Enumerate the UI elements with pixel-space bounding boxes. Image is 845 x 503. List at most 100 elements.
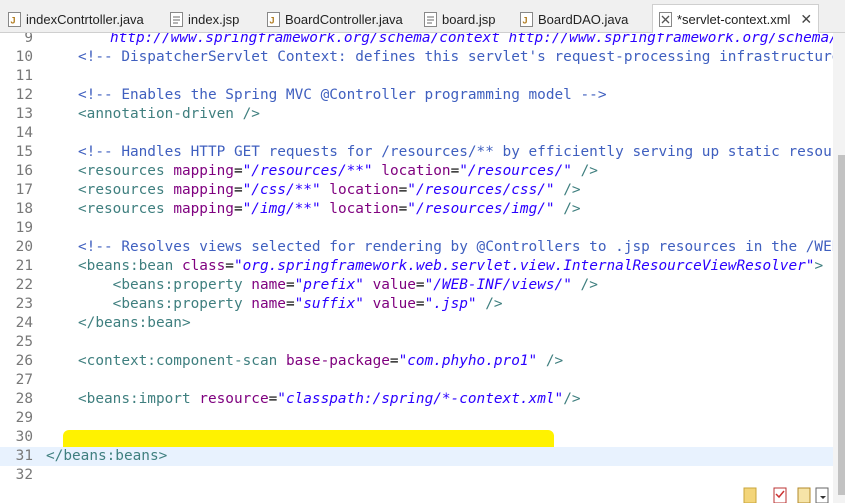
code-line[interactable]: 19 (0, 219, 833, 238)
code-equals: = (225, 258, 234, 274)
code-value: "/WEB-INF/views/" (424, 277, 572, 293)
jsp-file-icon (170, 11, 183, 27)
line-code: <beans:property name="prefix" value="/WE… (78, 276, 598, 295)
line-code: <!-- Handles HTTP GET requests for /reso… (78, 143, 833, 162)
code-value: "prefix" (294, 277, 364, 293)
code-tag: /> (571, 277, 598, 293)
code-line[interactable]: 23 <beans:property name="suffix" value="… (0, 295, 833, 314)
code-comment: <!-- Handles HTTP GET requests for /reso… (78, 144, 833, 160)
code-equals: = (398, 182, 408, 198)
taskbar-icons (740, 484, 845, 503)
svg-text:J: J (11, 15, 16, 25)
code-tag: <beans:property (78, 296, 252, 312)
code-comment: <!-- DispatcherServlet Context: defines … (78, 49, 833, 65)
code-tag: <beans:property (78, 277, 252, 293)
code-line[interactable]: 26 <context:component-scan base-package="… (0, 352, 833, 371)
tab-servlet-context-xml[interactable]: *servlet-context.xml ✕ (652, 4, 820, 33)
code-tag: /> (537, 353, 564, 369)
code-line[interactable]: 28 <beans:import resource="classpath:/spr… (0, 390, 833, 409)
folder-icon (743, 487, 757, 503)
code-attribute: location (329, 201, 399, 217)
code-equals: = (398, 201, 408, 217)
line-number: 23 (15, 296, 33, 312)
code-comment: <!-- Enables the Spring MVC @Controller … (78, 87, 607, 103)
tab-indexcontrtoller-java[interactable]: JindexContrtoller.java (8, 8, 144, 30)
code-line[interactable]: 10 <!-- DispatcherServlet Context: define… (0, 48, 833, 67)
code-line[interactable]: 15 <!-- Handles HTTP GET requests for /re… (0, 143, 833, 162)
scrollbar-thumb[interactable] (838, 155, 845, 495)
line-code: <resources mapping="/img/**" location="/… (78, 200, 581, 219)
code-line[interactable]: 16 <resources mapping="/resources/**" loc… (0, 162, 833, 181)
tab-boardcontroller-java[interactable]: J BoardController.java (267, 8, 403, 30)
line-number: 12 (15, 87, 33, 103)
code-value: ".jsp" (424, 296, 477, 312)
code-value: "/resources/" (459, 163, 572, 179)
line-code: <!-- DispatcherServlet Context: defines … (78, 48, 833, 67)
code-tag: <resources (78, 163, 174, 179)
code-equals: = (233, 163, 243, 179)
code-tag: /> (563, 391, 581, 407)
code-line[interactable]: 21 <beans:bean class="org.springframework… (0, 257, 833, 276)
code-line[interactable]: 20 <!-- Resolves views selected for rende… (0, 238, 833, 257)
code-line[interactable]: 17 <resources mapping="/css/**" location=… (0, 181, 833, 200)
tab-index-jsp[interactable]: index.jsp (170, 8, 239, 30)
line-number: 27 (15, 372, 33, 388)
svg-text:J: J (523, 15, 528, 25)
code-attribute: location (329, 182, 399, 198)
code-line[interactable]: 25 (0, 333, 833, 352)
code-value: "/resources/css/" (407, 182, 555, 198)
code-equals: = (233, 182, 243, 198)
code-editor[interactable]: 9 http://www.springframework.org/schema/c… (0, 33, 833, 503)
code-equals: = (233, 201, 243, 217)
code-equals: = (415, 277, 425, 293)
tab-label: indexContrtoller.java (26, 11, 144, 27)
line-code: <beans:import resource="classpath:/sprin… (78, 390, 581, 409)
code-equals: = (389, 353, 399, 369)
line-code: </beans:beans> (46, 447, 167, 466)
code-equals: = (268, 391, 278, 407)
line-number: 24 (15, 315, 33, 331)
code-attribute: resource (199, 391, 269, 407)
line-number: 14 (15, 125, 33, 141)
code-value: "suffix" (294, 296, 364, 312)
code-line[interactable]: 14 (0, 124, 833, 143)
code-line[interactable]: 32 (0, 466, 833, 485)
java-file-icon: J (267, 11, 280, 27)
line-code: <!-- Enables the Spring MVC @Controller … (78, 86, 607, 105)
code-comment: <!-- Resolves views selected for renderi… (78, 239, 833, 255)
code-tag: > (814, 258, 824, 274)
line-number: 11 (15, 68, 33, 84)
code-tag: </beans:beans> (46, 448, 168, 464)
code-equals: = (415, 296, 425, 312)
code-line[interactable]: 27 (0, 371, 833, 390)
line-number: 30 (15, 429, 33, 445)
tab-board-jsp[interactable]: board.jsp (424, 8, 495, 30)
code-tag: <context:component-scan (78, 353, 286, 369)
code-tag: /> (554, 182, 581, 198)
code-attribute: value (372, 296, 416, 312)
code-attribute: value (372, 277, 416, 293)
line-number: 20 (15, 239, 33, 255)
code-line[interactable]: 9 http://www.springframework.org/schema/c… (0, 33, 833, 48)
document-icon (797, 487, 811, 503)
code-tag: /> (571, 163, 598, 179)
code-value: "/img/**" (242, 201, 321, 217)
line-number: 9 (24, 33, 33, 46)
code-line[interactable]: 22 <beans:property name="prefix" value="… (0, 276, 833, 295)
code-line[interactable]: 18 <resources mapping="/img/**" location=… (0, 200, 833, 219)
code-line[interactable]: 24 </beans:bean> (0, 314, 833, 333)
line-number: 32 (15, 467, 33, 483)
code-line[interactable]: 31 </beans:beans> (0, 447, 833, 466)
close-tab-icon[interactable]: ✕ (800, 11, 812, 28)
line-number: 19 (15, 220, 33, 236)
code-equals: = (285, 296, 295, 312)
tab-boarddao-java[interactable]: J BoardDAO.java (520, 8, 628, 30)
code-equals: = (450, 163, 460, 179)
code-line[interactable]: 30 (0, 428, 833, 447)
code-line[interactable]: 11 (0, 67, 833, 86)
code-line[interactable]: 13 <annotation-driven /> (0, 105, 833, 124)
code-tag: /> (476, 296, 503, 312)
line-code: <annotation-driven /> (78, 105, 260, 124)
code-line[interactable]: 29 (0, 409, 833, 428)
code-line[interactable]: 12 <!-- Enables the Spring MVC @Controlle… (0, 86, 833, 105)
